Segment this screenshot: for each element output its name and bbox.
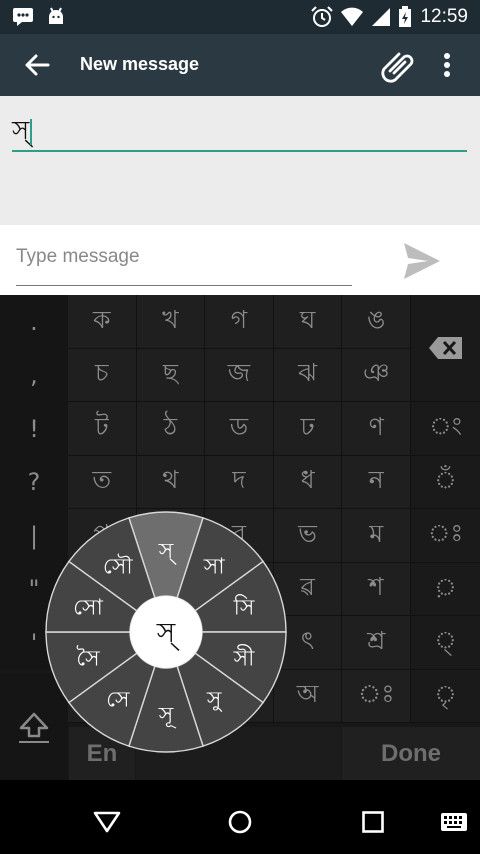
letter-key[interactable]: ঢ bbox=[273, 402, 343, 456]
letter-key[interactable]: থ bbox=[136, 455, 206, 509]
text-caret bbox=[30, 118, 33, 145]
letter-key[interactable]: দ bbox=[205, 455, 274, 509]
radial-option-label: সৈ bbox=[76, 645, 100, 671]
backspace-icon bbox=[428, 337, 462, 359]
letter-key[interactable]: ধ bbox=[273, 455, 343, 509]
letter-key[interactable]: শ্র bbox=[342, 616, 411, 670]
letter-key[interactable]: শ bbox=[342, 562, 411, 616]
letter-key[interactable]: ক bbox=[68, 295, 137, 349]
more-options-icon[interactable] bbox=[436, 50, 458, 80]
radial-key-menu[interactable]: স্সাসিসীসুসূসেসৈসোসৌস্ bbox=[45, 511, 287, 753]
clock: 12:59 bbox=[420, 6, 468, 27]
letter-key[interactable]: ড bbox=[205, 402, 274, 456]
backspace-key[interactable] bbox=[411, 295, 480, 402]
radial-option-label: সি bbox=[233, 595, 255, 621]
signal-icon bbox=[372, 8, 390, 26]
diacritic-key[interactable]: ় bbox=[411, 562, 480, 616]
punctuation-key[interactable]: , bbox=[0, 348, 68, 402]
letter-key[interactable]: চ bbox=[68, 348, 137, 402]
diacritic-key[interactable]: ং bbox=[411, 402, 480, 456]
letter-key[interactable]: ত bbox=[68, 455, 137, 509]
radial-option-label: সে bbox=[106, 687, 130, 712]
back-arrow-icon[interactable] bbox=[22, 50, 52, 80]
letter-key[interactable]: ছ bbox=[136, 348, 206, 402]
diacritic-key[interactable]: ঃ bbox=[411, 509, 480, 563]
compose-bar: Type message bbox=[0, 225, 480, 295]
radial-option-label: সো bbox=[73, 596, 103, 621]
done-key[interactable]: Done bbox=[342, 727, 480, 780]
keyboard-switch-icon[interactable] bbox=[440, 812, 468, 832]
navigation-bar bbox=[0, 780, 480, 854]
punctuation-key[interactable]: ! bbox=[0, 402, 68, 456]
letter-key[interactable]: জ bbox=[205, 348, 274, 402]
radial-option-label: সী bbox=[233, 644, 256, 671]
battery-icon bbox=[399, 6, 411, 27]
status-bar: 12:59 bbox=[0, 0, 480, 34]
letter-key[interactable]: ঘ bbox=[273, 295, 343, 349]
android-notification-icon bbox=[49, 7, 63, 24]
letter-key[interactable]: ঃ bbox=[342, 669, 411, 723]
radial-option-label: সু bbox=[206, 687, 222, 712]
message-input[interactable]: Type message bbox=[16, 241, 352, 286]
back-nav-icon[interactable] bbox=[92, 810, 122, 834]
letter-key[interactable]: খ bbox=[136, 295, 206, 349]
home-nav-icon[interactable] bbox=[227, 809, 253, 835]
diacritic-key[interactable]: ঁ bbox=[411, 455, 480, 509]
page-title: New message bbox=[80, 54, 200, 74]
attach-icon[interactable] bbox=[380, 47, 418, 85]
wifi-icon bbox=[341, 7, 363, 26]
radial-option-label: সৌ bbox=[103, 554, 133, 580]
letter-key[interactable]: ঞ bbox=[342, 348, 411, 402]
letter-key[interactable]: ঝ bbox=[273, 348, 343, 402]
letter-key[interactable]: ঠ bbox=[136, 402, 206, 456]
recipient-field[interactable]: স্ bbox=[12, 110, 467, 152]
punctuation-key[interactable]: . bbox=[0, 295, 68, 349]
send-icon[interactable] bbox=[400, 239, 444, 283]
letter-key[interactable]: ম bbox=[342, 509, 411, 563]
message-notification-icon bbox=[13, 8, 33, 26]
recents-nav-icon[interactable] bbox=[361, 810, 385, 834]
letter-key[interactable]: ট bbox=[68, 402, 137, 456]
letter-key[interactable]: ঙ bbox=[342, 295, 411, 349]
letter-key[interactable]: গ bbox=[205, 295, 274, 349]
radial-option-label: সা bbox=[203, 555, 226, 580]
recipient-value: স্ bbox=[12, 116, 30, 146]
letter-key[interactable]: ণ bbox=[342, 402, 411, 456]
diacritic-key[interactable]: ৃ bbox=[411, 669, 480, 723]
recipient-area: স্ bbox=[0, 96, 480, 225]
alarm-icon bbox=[311, 6, 333, 27]
punctuation-key[interactable]: ? bbox=[0, 455, 68, 509]
app-bar: New message bbox=[0, 34, 480, 96]
letter-key[interactable]: ন bbox=[342, 455, 411, 509]
diacritic-key[interactable]: ্ bbox=[411, 616, 480, 670]
